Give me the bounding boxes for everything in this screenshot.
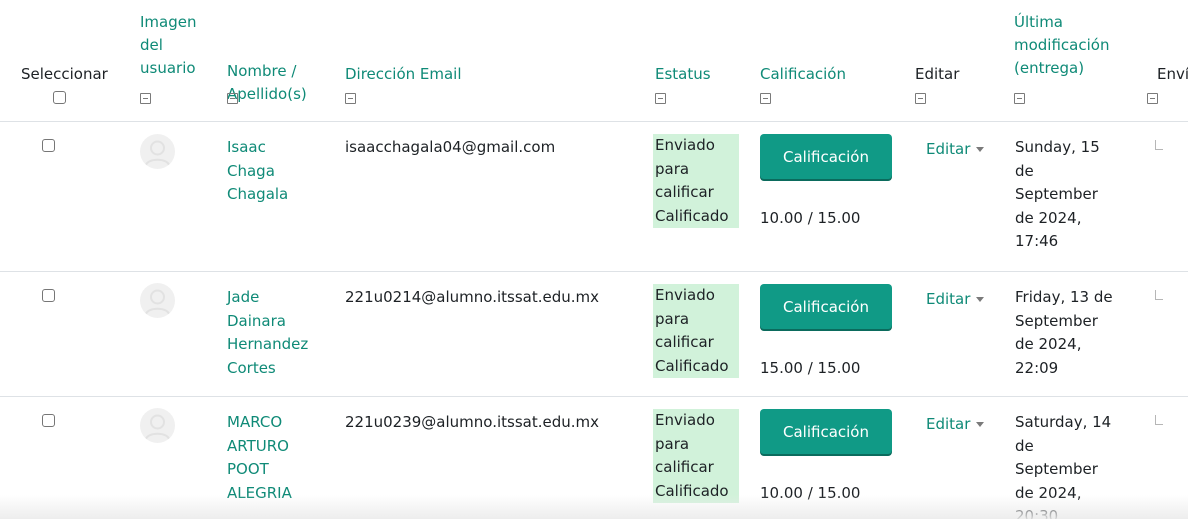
row-checkbox[interactable] bbox=[42, 139, 55, 152]
email-text: isaacchagala04@gmail.com bbox=[345, 138, 556, 156]
collapse-icon[interactable] bbox=[227, 93, 238, 104]
edit-dropdown[interactable]: Editar bbox=[926, 415, 970, 433]
user-image-header[interactable]: Imagen del usuario bbox=[140, 11, 196, 80]
scroll-fade bbox=[0, 495, 1188, 519]
file-tree-icon bbox=[1155, 415, 1163, 425]
divider bbox=[0, 121, 1188, 122]
user-icon bbox=[145, 414, 170, 440]
file-tree-icon bbox=[1155, 290, 1163, 300]
divider bbox=[0, 396, 1188, 397]
row-checkbox[interactable] bbox=[42, 414, 55, 427]
file-tree-icon bbox=[1155, 140, 1163, 150]
select-all-checkbox[interactable] bbox=[53, 91, 66, 104]
student-name-link[interactable]: MARCO ARTURO POOT ALEGRIA bbox=[227, 411, 292, 505]
last-modified-header[interactable]: Última modificación (entrega) bbox=[1014, 11, 1109, 80]
edit-dropdown[interactable]: Editar bbox=[926, 140, 970, 158]
user-icon bbox=[145, 140, 170, 166]
grade-button[interactable]: Calificación bbox=[760, 409, 892, 454]
collapse-icon[interactable] bbox=[915, 93, 926, 104]
collapse-icon[interactable] bbox=[760, 93, 771, 104]
edit-dropdown[interactable]: Editar bbox=[926, 290, 970, 308]
caret-down-icon[interactable] bbox=[976, 147, 984, 152]
last-modified-text: Friday, 13 de September de 2024, 22:09 bbox=[1015, 288, 1113, 377]
caret-down-icon[interactable] bbox=[976, 422, 984, 427]
edit-header: Editar bbox=[915, 65, 960, 83]
collapse-icon[interactable] bbox=[655, 93, 666, 104]
collapse-icon[interactable] bbox=[345, 93, 356, 104]
collapse-icon[interactable] bbox=[1014, 93, 1025, 104]
user-icon bbox=[145, 289, 170, 315]
grade-value: 15.00 / 15.00 bbox=[760, 359, 861, 377]
student-name-link[interactable]: Jade Dainara Hernandez Cortes bbox=[227, 286, 308, 380]
divider bbox=[0, 271, 1188, 272]
collapse-icon[interactable] bbox=[1147, 93, 1158, 104]
grade-button[interactable]: Calificación bbox=[760, 284, 892, 329]
avatar[interactable] bbox=[140, 283, 175, 318]
status-badge: Enviado para calificar Calificado bbox=[653, 134, 739, 228]
email-text: 221u0239@alumno.itssat.edu.mx bbox=[345, 413, 600, 431]
avatar[interactable] bbox=[140, 408, 175, 443]
grade-value: 10.00 / 15.00 bbox=[760, 209, 861, 227]
email-text: 221u0214@alumno.itssat.edu.mx bbox=[345, 288, 600, 306]
avatar[interactable] bbox=[140, 134, 175, 169]
name-header[interactable]: Nombre / Apellido(s) bbox=[227, 37, 307, 106]
caret-down-icon[interactable] bbox=[976, 297, 984, 302]
collapse-icon[interactable] bbox=[140, 93, 151, 104]
status-badge: Enviado para calificar Calificado bbox=[653, 284, 739, 378]
last-modified-text: Sunday, 15 de September de 2024, 17:46 bbox=[1015, 138, 1100, 250]
name-header-link[interactable]: Nombre / Apellido(s) bbox=[227, 62, 307, 103]
student-name-link[interactable]: Isaac Chaga Chagala bbox=[227, 136, 288, 207]
status-header[interactable]: Estatus bbox=[655, 63, 711, 86]
grade-header[interactable]: Calificación bbox=[760, 63, 846, 86]
select-header: Seleccionar bbox=[21, 65, 108, 83]
status-badge: Enviado para calificar Calificado bbox=[653, 409, 739, 503]
row-checkbox[interactable] bbox=[42, 289, 55, 302]
submission-header: Enví bbox=[1157, 65, 1188, 83]
email-header[interactable]: Dirección Email bbox=[345, 63, 462, 86]
grade-button[interactable]: Calificación bbox=[760, 134, 892, 179]
